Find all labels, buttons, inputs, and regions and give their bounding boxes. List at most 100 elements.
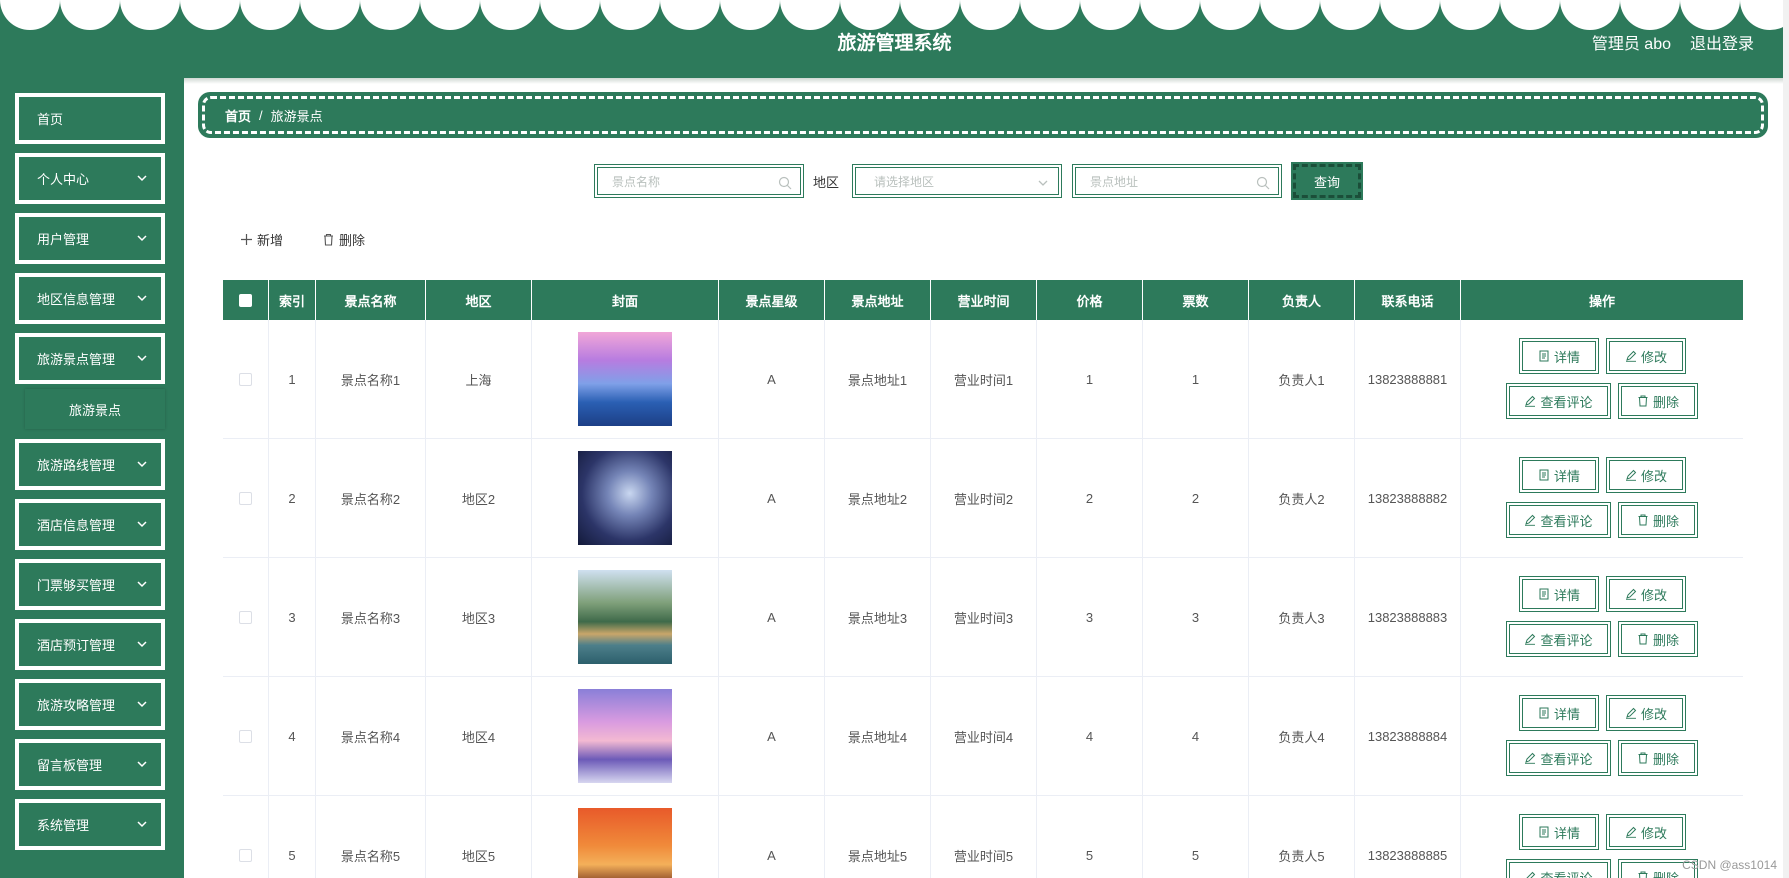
header-select-all[interactable] — [223, 280, 269, 320]
scallop-decoration — [0, 0, 1789, 30]
view-comments-button[interactable]: 查看评论 — [1506, 502, 1611, 538]
cell-select — [223, 796, 269, 878]
cover-image — [578, 570, 672, 664]
detail-button[interactable]: 详情 — [1519, 457, 1599, 493]
cell-manager: 负责人4 — [1249, 677, 1355, 795]
cell-hours: 营业时间1 — [931, 320, 1037, 438]
cell-hours: 营业时间3 — [931, 558, 1037, 676]
view-comments-button-label: 查看评论 — [1540, 513, 1593, 529]
column-header: 景点地址 — [825, 280, 931, 320]
row-delete-button-label: 删除 — [1652, 394, 1679, 410]
scenic-address-input[interactable]: 景点地址 — [1072, 164, 1282, 198]
area-label: 地区 — [813, 175, 840, 190]
cell-price: 1 — [1037, 320, 1143, 438]
logout-button[interactable]: 退出登录 — [1690, 30, 1754, 54]
query-button[interactable]: 查询 — [1291, 162, 1363, 200]
scallop-shape — [840, 0, 900, 30]
sidebar-item-route-management[interactable]: 旅游路线管理 — [15, 439, 165, 490]
detail-button[interactable]: 详情 — [1519, 576, 1599, 612]
edit-icon — [1525, 752, 1536, 764]
page-scrollbar[interactable] — [1783, 0, 1789, 878]
sidebar-item-user-management[interactable]: 用户管理 — [15, 213, 165, 264]
batch-delete-button[interactable]: 删除 — [322, 230, 365, 249]
edit-button[interactable]: 修改 — [1606, 814, 1686, 850]
cell-hours: 营业时间2 — [931, 439, 1037, 557]
edit-button[interactable]: 修改 — [1606, 695, 1686, 731]
cell-cover — [532, 320, 719, 438]
cell-phone: 13823888885 — [1355, 796, 1461, 878]
cell-index: 3 — [269, 558, 316, 676]
column-header: 联系电话 — [1355, 280, 1461, 320]
scallop-shape — [540, 0, 600, 30]
detail-button[interactable]: 详情 — [1519, 695, 1599, 731]
edit-button-label: 修改 — [1640, 825, 1667, 841]
area-select[interactable]: 请选择地区 — [852, 164, 1062, 198]
cell-phone: 13823888883 — [1355, 558, 1461, 676]
sidebar-subitem-scenic[interactable]: 旅游景点 — [25, 389, 165, 429]
search-icon — [778, 176, 792, 190]
scenic-name-input[interactable]: 景点名称 — [594, 164, 804, 198]
row-delete-button[interactable]: 删除 — [1618, 740, 1698, 776]
row-checkbox[interactable] — [239, 729, 252, 743]
cell-ops: 详情 修改查看评论 删除 — [1461, 320, 1743, 438]
cell-cover — [532, 558, 719, 676]
edit-icon — [1625, 707, 1637, 719]
edit-button[interactable]: 修改 — [1606, 338, 1686, 374]
document-icon — [1539, 588, 1549, 600]
row-checkbox[interactable] — [239, 848, 252, 862]
column-header: 封面 — [532, 280, 719, 320]
view-comments-button[interactable]: 查看评论 — [1506, 859, 1611, 878]
trash-icon — [1638, 514, 1648, 526]
cover-image — [578, 332, 672, 426]
column-header: 价格 — [1037, 280, 1143, 320]
edit-button-label: 修改 — [1640, 349, 1667, 365]
sidebar-item-home[interactable]: 首页 — [15, 93, 165, 144]
select-all-checkbox[interactable] — [239, 293, 252, 307]
detail-button[interactable]: 详情 — [1519, 814, 1599, 850]
row-delete-button[interactable]: 删除 — [1618, 502, 1698, 538]
cell-phone: 13823888884 — [1355, 677, 1461, 795]
edit-icon — [1526, 871, 1536, 878]
sidebar-item-personal-center[interactable]: 个人中心 — [15, 153, 165, 204]
sidebar-item-guide-management[interactable]: 旅游攻略管理 — [15, 679, 165, 730]
sidebar-item-booking-management[interactable]: 酒店预订管理 — [15, 619, 165, 670]
cell-address: 景点地址4 — [825, 677, 931, 795]
column-header: 票数 — [1143, 280, 1249, 320]
row-delete-button[interactable]: 删除 — [1618, 621, 1698, 657]
edit-button-label: 修改 — [1640, 706, 1667, 722]
scallop-shape — [300, 0, 360, 30]
cell-area: 地区2 — [426, 439, 532, 557]
sidebar-item-area-management[interactable]: 地区信息管理 — [15, 273, 165, 324]
view-comments-button[interactable]: 查看评论 — [1506, 621, 1611, 657]
sidebar-item-message-board[interactable]: 留言板管理 — [15, 739, 165, 790]
breadcrumb-current: 旅游景点 — [270, 108, 323, 124]
add-button[interactable]: 新增 — [240, 230, 283, 249]
edit-button[interactable]: 修改 — [1606, 576, 1686, 612]
column-header: 营业时间 — [931, 280, 1037, 320]
scallop-shape — [1500, 0, 1560, 30]
row-delete-button[interactable]: 删除 — [1618, 383, 1698, 419]
row-operations: 详情 修改查看评论 删除 — [1461, 320, 1743, 438]
trash-icon — [1638, 871, 1648, 878]
row-checkbox[interactable] — [239, 372, 252, 386]
detail-button[interactable]: 详情 — [1519, 338, 1599, 374]
row-checkbox[interactable] — [239, 491, 252, 505]
row-checkbox[interactable] — [239, 610, 252, 624]
sidebar-item-scenic-management[interactable]: 旅游景点管理 — [15, 333, 165, 384]
trash-icon — [1638, 395, 1648, 407]
table-row: 1 景点名称1 上海 A 景点地址1 营业时间1 1 1 负责人1 13823888881 详情 修改… — [223, 320, 1743, 439]
column-header: 操作 — [1588, 293, 1615, 309]
edit-icon — [1625, 588, 1637, 600]
row-operations: 详情 修改查看评论 删除 — [1461, 677, 1743, 795]
edit-button[interactable]: 修改 — [1606, 457, 1686, 493]
chevron-down-icon — [137, 821, 147, 828]
sidebar-item-system-management[interactable]: 系统管理 — [15, 799, 165, 850]
view-comments-button[interactable]: 查看评论 — [1506, 740, 1611, 776]
view-comments-button[interactable]: 查看评论 — [1506, 383, 1611, 419]
sidebar-item-hotel-management[interactable]: 酒店信息管理 — [15, 499, 165, 550]
cell-phone: 13823888881 — [1355, 320, 1461, 438]
breadcrumb-home[interactable]: 首页 — [225, 106, 251, 125]
chevron-down-icon — [137, 581, 147, 588]
sidebar-item-ticket-management[interactable]: 门票够买管理 — [15, 559, 165, 610]
detail-button-label: 详情 — [1553, 349, 1580, 365]
